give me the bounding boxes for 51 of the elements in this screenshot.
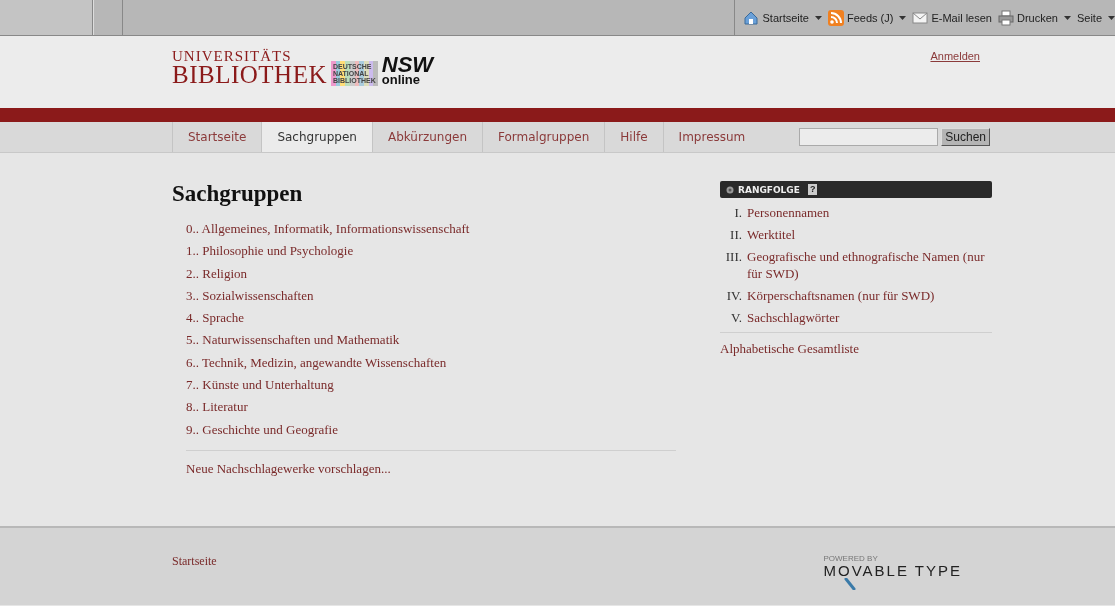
rank-link[interactable]: Sachschlagwörter — [747, 309, 840, 326]
roman-numeral: V. — [730, 309, 743, 326]
rank-link[interactable]: Geografische und ethnografische Namen (nur für SWD) — [747, 248, 992, 282]
footer-link[interactable]: Startseite — [172, 554, 217, 590]
roman-numeral: III. — [724, 248, 743, 266]
rank-link[interactable]: Werktitel — [747, 226, 796, 243]
category-link[interactable]: 2.. Religion — [186, 265, 248, 281]
envelope-icon — [912, 9, 929, 26]
caret-icon[interactable] — [814, 15, 822, 20]
category-link[interactable]: 1.. Philosophie und Psychologie — [186, 243, 354, 259]
logo-text: UNIVERSITÄTS — [172, 50, 293, 64]
search-button[interactable]: Suchen — [941, 128, 990, 146]
category-link[interactable]: 8.. Literatur — [186, 399, 248, 415]
toolbar-button[interactable]: Drucken — [997, 9, 1058, 26]
list-link[interactable]: Alphabetische Gesamtliste — [720, 341, 859, 356]
circle-icon — [726, 185, 734, 194]
page-title: Sachgruppen — [172, 181, 304, 207]
logo-text: BIBLIOTHEK — [172, 63, 327, 86]
nav-tab[interactable]: Sachgruppen — [261, 122, 372, 152]
brand-logo-text: MOVABLE TYPE — [823, 563, 962, 578]
search-field[interactable] — [799, 128, 939, 146]
roman-numeral: IV. — [725, 287, 743, 304]
rank-link[interactable]: Körperschaftsnamen (nur für SWD) — [747, 287, 935, 304]
caret-icon[interactable] — [899, 15, 907, 20]
roman-numeral: I. — [733, 204, 743, 221]
toolbar-button[interactable]: Startseite — [743, 9, 809, 26]
category-link[interactable]: 6.. Technik, Medizin, angewandte Wissenschaften — [186, 354, 447, 370]
category-link[interactable]: 4.. Sprache — [186, 310, 245, 326]
toolbar-button[interactable]: Feeds (J) — [827, 9, 894, 26]
feed-icon — [827, 9, 844, 26]
category-link[interactable]: 0.. Allgemeines, Informatik, Informationswissenschaft — [186, 221, 470, 236]
help-button[interactable]: ? — [807, 184, 818, 195]
category-link[interactable]: 3.. Sozialwissenschaften — [186, 287, 314, 303]
category-link[interactable]: 5.. Naturwissenschaften und Mathematik — [186, 332, 400, 348]
logo-text: NSW — [381, 56, 434, 74]
login-link[interactable]: Anmelden — [930, 50, 980, 62]
caret-icon[interactable] — [1063, 15, 1071, 20]
category-link[interactable]: 7.. Künste und Unterhaltung — [186, 377, 334, 393]
printer-icon — [997, 9, 1014, 26]
panel-title: RANGFOLGE — [738, 184, 800, 195]
powered-by-text: POWERED BY — [823, 554, 879, 563]
toolbar-button[interactable]: E-Mail lesen — [912, 9, 992, 26]
browser-tab[interactable] — [93, 0, 123, 35]
suggest-link[interactable]: Neue Nachschlagewerke vorschlagen... — [186, 460, 391, 476]
category-link[interactable]: 9.. Geschichte und Geografie — [186, 421, 338, 437]
logo-text: online — [381, 74, 422, 86]
home-icon — [743, 9, 760, 26]
toolbar-button[interactable]: Seite — [1076, 11, 1102, 24]
roman-numeral: II. — [729, 226, 743, 243]
caret-icon[interactable] — [1108, 15, 1115, 20]
rank-link[interactable]: Personennamen — [747, 204, 830, 221]
